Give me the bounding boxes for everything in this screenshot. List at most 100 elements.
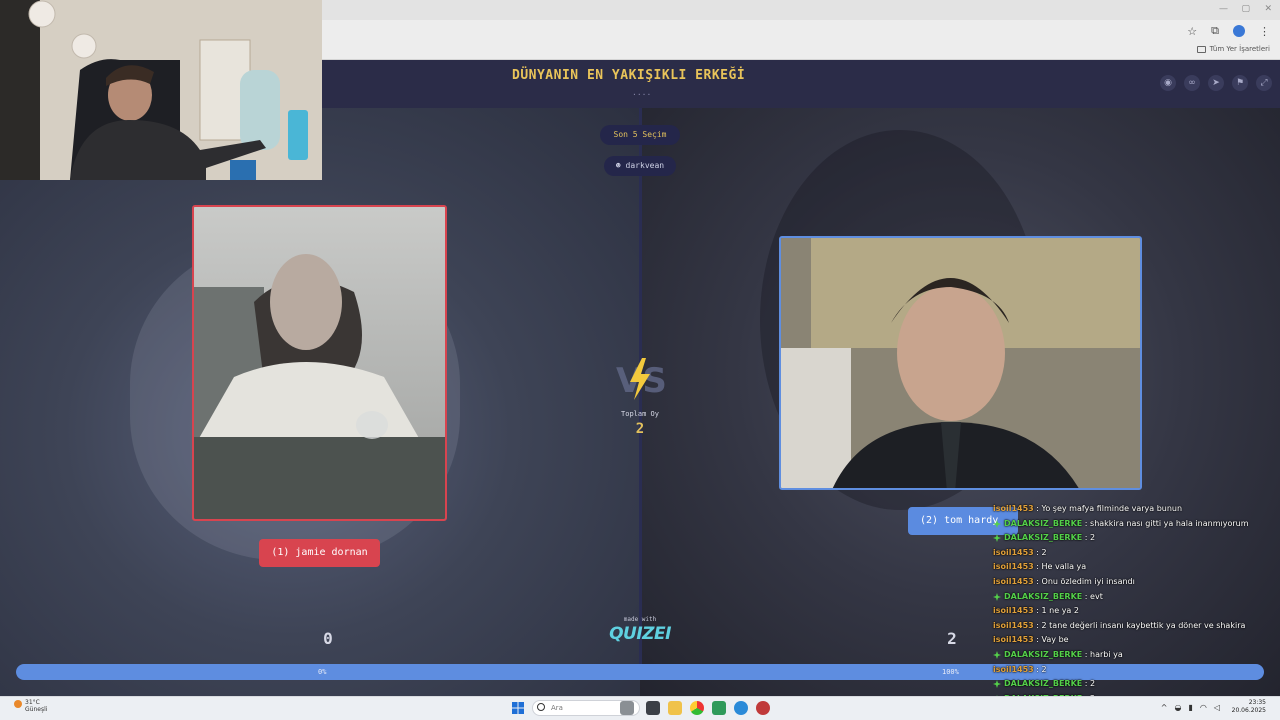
stream-chat: isoil1453 : Yo şey mafya filminde varya … <box>993 502 1280 720</box>
taskbar-app-chrome-icon[interactable] <box>690 701 704 715</box>
tray-volume-icon[interactable]: ◁ <box>1214 703 1220 712</box>
chat-badge-icon <box>993 680 1001 689</box>
contestant-left-card[interactable] <box>192 205 447 521</box>
chat-text: 2 tane değerli insanı kaybettik ya döner… <box>1041 620 1246 630</box>
chat-separator: : <box>1033 664 1042 674</box>
chat-username[interactable]: isoil1453 <box>993 502 1034 517</box>
chat-message: isoil1453 : Onu özledim iyi insandı <box>993 575 1280 590</box>
screen: — ▢ ✕ ☆ ⧉ ⋮ Tüm Yer İşaretleri DÜNYANIN … <box>0 0 1280 720</box>
chat-username[interactable]: isoil1453 <box>993 575 1034 590</box>
user-name: darkvean <box>625 161 665 170</box>
taskbar-clock[interactable]: 23:35 20.06.2025 <box>1232 699 1266 715</box>
flag-icon[interactable]: ⚑ <box>1232 75 1248 91</box>
title-subtitle-dots: .... <box>632 88 652 97</box>
bookmarks-bar: Tüm Yer İşaretleri <box>322 42 1280 60</box>
chat-username[interactable]: DALAKSIZ_BERKE <box>1004 677 1082 692</box>
send-icon[interactable]: ➤ <box>1208 75 1224 91</box>
chat-username[interactable]: DALAKSIZ_BERKE <box>1004 531 1082 546</box>
tray-wifi-icon[interactable]: ◠ <box>1200 703 1207 712</box>
system-tray: ^ ◒ ▮ ◠ ◁ <box>1161 703 1220 712</box>
taskbar-app-red-icon[interactable] <box>756 701 770 715</box>
chat-message: isoil1453 : 2 <box>993 546 1280 561</box>
tray-chevron-icon[interactable]: ^ <box>1161 703 1168 712</box>
taskbar-app-taskview-icon[interactable] <box>646 701 660 715</box>
chat-username[interactable]: isoil1453 <box>993 619 1034 634</box>
browser-tabstrip: — ▢ ✕ <box>322 0 1280 20</box>
tray-network-icon[interactable]: ◒ <box>1174 703 1181 712</box>
weather-icon[interactable] <box>14 700 22 708</box>
recent-choices-button[interactable]: Son 5 Seçim <box>600 125 680 145</box>
chat-message: DALAKSIZ_BERKE : harbi ya <box>993 648 1280 663</box>
extensions-icon[interactable]: ⧉ <box>1211 24 1219 38</box>
chat-username[interactable]: isoil1453 <box>993 604 1034 619</box>
close-window-icon[interactable]: ✕ <box>1264 4 1272 14</box>
weather-temperature: 31°C <box>25 699 40 706</box>
chat-message: isoil1453 : 2 tane değerli insanı kaybet… <box>993 619 1280 634</box>
page-header <box>322 60 1280 108</box>
fullscreen-icon[interactable]: ⤢ <box>1256 75 1272 91</box>
link-icon[interactable]: ∞ <box>1184 75 1200 91</box>
chat-text: 2 <box>1041 547 1047 557</box>
contestant-left-photo <box>194 207 445 519</box>
chat-text: Yo şey mafya filminde varya bunun <box>1041 504 1183 513</box>
clock-time: 23:35 <box>1248 699 1266 706</box>
chat-text: evt <box>1090 591 1103 601</box>
chat-message: DALAKSIZ_BERKE : shakkira nası gitti ya … <box>993 517 1280 532</box>
chat-message: DALAKSIZ_BERKE : 2 <box>993 531 1280 546</box>
browser-menu-icon[interactable]: ⋮ <box>1259 25 1270 38</box>
chat-message: isoil1453 : Yo şey mafya filminde varya … <box>993 502 1280 517</box>
clock-date: 20.06.2025 <box>1231 707 1266 714</box>
minimize-icon[interactable]: — <box>1219 4 1228 14</box>
browser-toolbar: ☆ ⧉ ⋮ <box>322 20 1280 42</box>
chat-text: harbi ya <box>1090 649 1123 659</box>
profile-avatar[interactable] <box>1233 25 1245 37</box>
brand-logo[interactable]: QUIZEI <box>604 624 676 644</box>
chat-text: Onu özledim iyi insandı <box>1041 576 1135 586</box>
chat-username[interactable]: isoil1453 <box>993 663 1034 678</box>
chat-message: DALAKSIZ_BERKE : 2 <box>993 677 1280 692</box>
windows-start-icon[interactable] <box>512 702 524 714</box>
chat-badge-icon <box>993 534 1001 543</box>
chat-username[interactable]: DALAKSIZ_BERKE <box>1004 590 1082 605</box>
chat-username[interactable]: DALAKSIZ_BERKE <box>1004 648 1082 663</box>
weather-widget[interactable]: 31°C Güneşli <box>25 699 47 713</box>
percent-left: 0% <box>318 668 327 676</box>
contestant-left-name-button[interactable]: (1) jamie dornan <box>259 539 380 567</box>
taskbar-app-green-icon[interactable] <box>712 701 726 715</box>
windows-taskbar <box>0 696 1280 720</box>
chat-separator: : <box>1033 606 1042 616</box>
chat-separator: : <box>1033 547 1042 557</box>
chat-separator: : <box>1082 649 1091 659</box>
chat-separator: : <box>1082 679 1091 689</box>
chat-username[interactable]: isoil1453 <box>993 546 1034 561</box>
eye-icon[interactable]: ◉ <box>1160 75 1176 91</box>
chat-separator: : <box>1033 576 1042 586</box>
taskbar-app-explorer-icon[interactable] <box>668 701 682 715</box>
chat-text: He valla ya <box>1041 562 1087 572</box>
chat-text: 2 <box>1090 533 1096 543</box>
tray-mic-icon[interactable]: ▮ <box>1188 703 1192 712</box>
page-title: DÜNYANIN EN YAKIŞIKLI ERKEĞİ <box>512 68 746 83</box>
user-pill[interactable]: ☻ darkvean <box>604 156 676 176</box>
contestant-right-card[interactable] <box>779 236 1142 490</box>
chat-separator: : <box>1033 635 1042 645</box>
chat-separator: : <box>1033 620 1042 630</box>
chat-username[interactable]: DALAKSIZ_BERKE <box>1004 517 1082 532</box>
user-avatar-icon: ☻ <box>615 161 626 170</box>
all-bookmarks-link[interactable]: Tüm Yer İşaretleri <box>1196 45 1270 53</box>
chat-badge-icon <box>993 592 1001 601</box>
chat-separator: : <box>1033 504 1042 513</box>
maximize-icon[interactable]: ▢ <box>1241 4 1250 14</box>
chat-badge-icon <box>993 519 1001 528</box>
score-left: 0 <box>323 629 333 648</box>
taskbar-app-edge-icon[interactable] <box>734 701 748 715</box>
chat-text: 1 ne ya 2 <box>1041 606 1079 616</box>
chat-username[interactable]: isoil1453 <box>993 560 1034 575</box>
chat-message: isoil1453 : He valla ya <box>993 560 1280 575</box>
chat-username[interactable]: isoil1453 <box>993 633 1034 648</box>
chat-message: isoil1453 : 2 <box>993 663 1280 678</box>
taskbar-app-widget-icon[interactable] <box>620 701 634 715</box>
bookmark-star-icon[interactable]: ☆ <box>1187 25 1197 38</box>
header-actions: ◉ ∞ ➤ ⚑ ⤢ <box>1160 75 1272 91</box>
contestant-right-photo <box>781 238 1140 488</box>
